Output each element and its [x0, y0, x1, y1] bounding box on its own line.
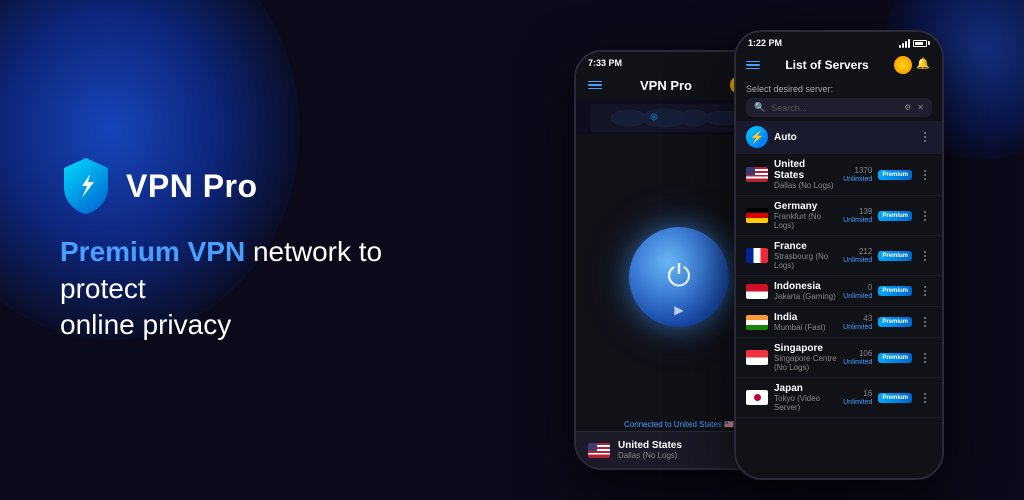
server-item-fr[interactable]: France Strasbourg (No Logs) 212 Unlimite…: [736, 236, 942, 276]
server-item-in[interactable]: India Mumbai (Fast) 43 Unlimited Premium: [736, 307, 942, 338]
phone-front-time: 1:22 PM: [748, 38, 782, 48]
server-item-id[interactable]: Indonesia Jakarta (Gaming) 0 Unlimited P…: [736, 276, 942, 307]
hamburger-front-icon[interactable]: [746, 61, 760, 70]
sg-server-city: Singapore Centre (No Logs): [774, 354, 837, 372]
phone-front-screen: 1:22 PM: [736, 32, 942, 478]
flag-sg-icon: [746, 350, 768, 365]
logo-row: VPN Pro: [60, 156, 480, 216]
select-server-label: Select desired server:: [736, 80, 942, 98]
id-premium-badge: Premium: [878, 286, 912, 296]
tagline-premium: Premium VPN: [60, 236, 245, 267]
de-server-stats: 139 Unlimited: [843, 207, 872, 224]
in-premium-badge: Premium: [878, 317, 912, 327]
fr-server-stats: 212 Unlimited: [843, 247, 872, 264]
status-icons-front: [899, 39, 930, 48]
flag-us-icon: [588, 443, 610, 458]
phones-container: 7:33 PM: [574, 20, 994, 490]
more-icon-in[interactable]: [918, 315, 932, 329]
fr-server-city: Strasbourg (No Logs): [774, 252, 837, 270]
sg-server-name: Singapore: [774, 343, 837, 354]
server-list-title: List of Servers: [785, 58, 868, 72]
flag-in-icon: [746, 315, 768, 330]
server-item-sg[interactable]: Singapore Singapore Centre (No Logs) 106…: [736, 338, 942, 378]
jp-premium-badge: Premium: [878, 393, 912, 403]
flag-de-icon: [746, 208, 768, 223]
left-panel: VPN Pro Premium VPN network to protecton…: [60, 0, 480, 500]
in-server-city: Mumbai (Fast): [774, 323, 837, 332]
close-search-icon[interactable]: ✕: [917, 103, 924, 112]
tagline: Premium VPN network to protectonline pri…: [60, 234, 440, 343]
id-server-name: Indonesia: [774, 281, 837, 292]
us-premium-badge: Premium: [878, 170, 912, 180]
logo-shield-icon: [60, 156, 112, 216]
jp-server-stats: 16 Unlimited: [843, 389, 872, 406]
search-input[interactable]: Search...: [771, 103, 807, 113]
server-item-jp[interactable]: Japan Tokyo (Video Server) 16 Unlimited …: [736, 378, 942, 418]
server-item-us[interactable]: United States Dallas (No Logs) 1370 Unli…: [736, 154, 942, 196]
search-icon: 🔍: [754, 102, 765, 113]
fr-server-name: France: [774, 241, 837, 252]
de-server-name: Germany: [774, 201, 837, 212]
us-server-city: Dallas (No Logs): [774, 181, 837, 190]
more-icon-sg[interactable]: [918, 351, 932, 365]
more-icon-id[interactable]: [918, 284, 932, 298]
more-icon-de[interactable]: [918, 209, 932, 223]
flag-jp-icon: [746, 390, 768, 405]
auto-server-name: Auto: [774, 132, 912, 143]
sg-server-stats: 106 Unlimited: [843, 349, 872, 366]
play-arrow-icon: ▶: [674, 303, 683, 317]
phone-back-time: 7:33 PM: [588, 58, 622, 68]
server-items-list: ⚡ Auto United States Dallas (No Logs): [736, 121, 942, 478]
jp-server-name: Japan: [774, 383, 837, 394]
jp-server-city: Tokyo (Video Server): [774, 394, 837, 412]
more-icon-fr[interactable]: [918, 249, 932, 263]
filter-icon[interactable]: ⚙: [904, 103, 911, 112]
auto-icon: ⚡: [746, 126, 768, 148]
coin-front-icon[interactable]: ⚡: [894, 56, 912, 74]
us-server-stats: 1370 Unlimited: [843, 166, 872, 183]
app-logo-text: VPN Pro: [126, 168, 258, 205]
fr-premium-badge: Premium: [878, 251, 912, 261]
signal-bars-front-icon: [899, 39, 910, 48]
more-icon-us[interactable]: [918, 168, 932, 182]
more-icon-jp[interactable]: [918, 391, 932, 405]
more-icon-auto[interactable]: [918, 130, 932, 144]
server-list-header-icons: ⚡ 🔔: [894, 56, 932, 74]
server-item-de[interactable]: Germany Frankfurt (No Logs) 139 Unlimite…: [736, 196, 942, 236]
sg-premium-badge: Premium: [878, 353, 912, 363]
flag-us-list-icon: [746, 167, 768, 182]
id-server-stats: 0 Unlimited: [843, 283, 872, 300]
de-premium-badge: Premium: [878, 211, 912, 221]
battery-front-icon: [913, 40, 930, 47]
server-item-auto[interactable]: ⚡ Auto: [736, 121, 942, 154]
in-server-name: India: [774, 312, 837, 323]
flag-id-icon: [746, 284, 768, 299]
id-server-city: Jakarta (Gaming): [774, 292, 837, 301]
server-list-header: List of Servers ⚡ 🔔: [736, 50, 942, 80]
phone-back-title: VPN Pro: [640, 78, 692, 93]
phone-front-status-bar: 1:22 PM: [736, 32, 942, 50]
hamburger-icon[interactable]: [588, 81, 602, 90]
de-server-city: Frankfurt (No Logs): [774, 212, 837, 230]
search-bar[interactable]: 🔍 Search... ⚙ ✕: [746, 98, 932, 117]
in-server-stats: 43 Unlimited: [843, 314, 872, 331]
power-button[interactable]: ⏻ ▶: [629, 227, 729, 327]
bell-front-icon[interactable]: 🔔: [916, 57, 932, 73]
phone-front: 1:22 PM: [734, 30, 944, 480]
flag-fr-icon: [746, 248, 768, 263]
power-symbol-icon: ⏻: [667, 260, 691, 294]
us-server-name: United States: [774, 159, 837, 181]
